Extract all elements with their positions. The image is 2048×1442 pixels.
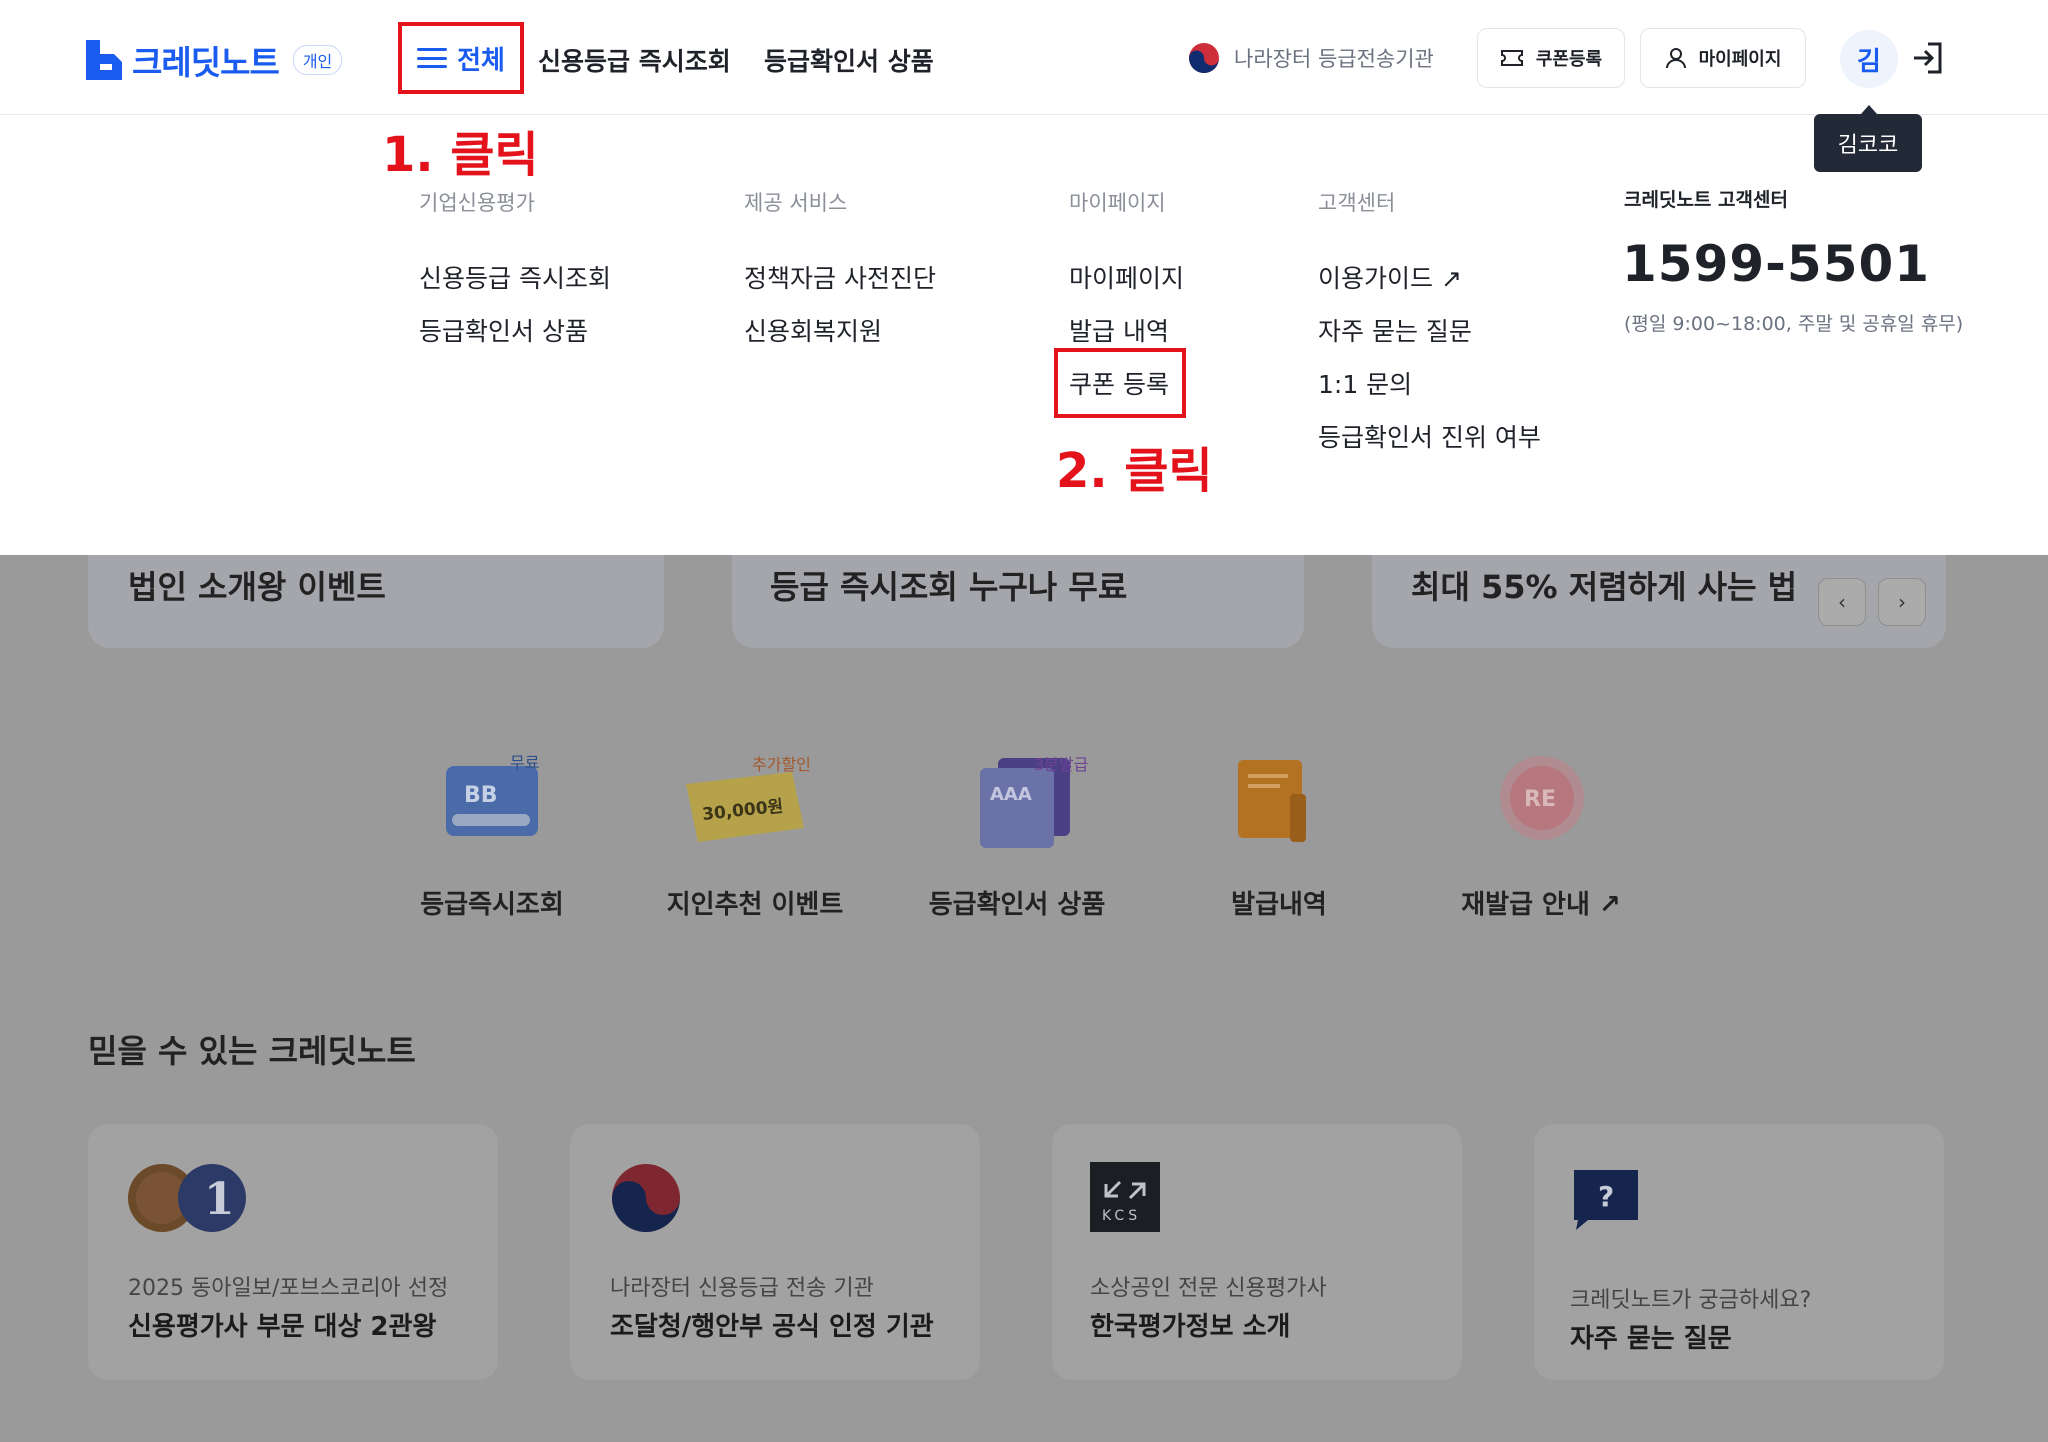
menu-column-title: 마이페이지 [1069, 191, 1166, 215]
menu-item-faq[interactable]: 자주 묻는 질문 [1318, 312, 1472, 348]
question-bubble-icon: ? [1570, 1166, 1642, 1236]
logo-mark-icon [86, 40, 122, 80]
quick-icon-text: BB [464, 783, 498, 808]
quick-label-certificate-products[interactable]: 등급확인서 상품 [902, 884, 1132, 921]
menu-column-title: 고객센터 [1318, 191, 1396, 215]
mypage-label: 마이페이지 [1698, 49, 1782, 70]
banner-title: 등급 즉시조회 누구나 무료 [770, 568, 1128, 606]
customer-center-hours: (평일 9:00~18:00, 주말 및 공휴일 휴무) [1624, 313, 1964, 335]
trust-card-award[interactable]: 1 2025 동아일보/포브스코리아 선정 신용평가사 부문 대상 2관왕 [88, 1124, 498, 1380]
logo-text: 크레딧노트 [132, 43, 280, 82]
card-subtitle: 소상공인 전문 신용평가사 [1090, 1276, 1327, 1301]
mypage-button[interactable]: 마이페이지 [1640, 28, 1806, 88]
customer-center-phone: 1599-5501 [1622, 235, 1931, 293]
menu-item-credit-recovery[interactable]: 신용회복지원 [744, 312, 882, 348]
menu-item-instant-check[interactable]: 신용등급 즉시조회 [419, 259, 611, 295]
quick-badge: 무료 [510, 753, 539, 772]
card-subtitle: 크레딧노트가 궁금하세요? [1570, 1288, 1812, 1313]
menu-item-policy-fund-diagnosis[interactable]: 정책자금 사전진단 [744, 259, 936, 295]
quick-badge: 추가할인 [752, 755, 811, 774]
banner-title: 법인 소개왕 이벤트 [128, 568, 386, 606]
menu-column-title: 제공 서비스 [744, 191, 848, 215]
card-title: 조달청/행안부 공식 인정 기관 [610, 1312, 934, 1342]
coupon-register-button[interactable]: 쿠폰등록 [1477, 28, 1625, 88]
coupon-register-label: 쿠폰등록 [1535, 49, 1603, 70]
menu-item-issue-history[interactable]: 발급 내역 [1069, 312, 1169, 348]
section-title: 믿을 수 있는 크레딧노트 [88, 1032, 416, 1070]
card-title: 한국평가정보 소개 [1090, 1312, 1291, 1342]
trust-card-government[interactable]: 나라장터 신용등급 전송 기관 조달청/행안부 공식 인정 기관 [570, 1124, 980, 1380]
card-title: 자주 묻는 질문 [1570, 1324, 1732, 1354]
question-mark: ? [1598, 1180, 1614, 1213]
menu-item-certificate-verify[interactable]: 등급확인서 진위 여부 [1318, 418, 1541, 454]
account-type-badge: 개인 [292, 45, 343, 75]
banner-title: 최대 55% 저렴하게 사는 법 [1411, 568, 1798, 606]
award-medal-icon: 1 [126, 1162, 250, 1238]
user-icon [1665, 48, 1686, 69]
annotation-step-1: 1. 클릭 [382, 127, 539, 183]
card-title: 신용평가사 부문 대상 2관왕 [128, 1312, 437, 1342]
logout-icon[interactable] [1910, 40, 1946, 76]
chevron-right-icon: › [1898, 590, 1906, 614]
avatar[interactable]: 김 [1840, 30, 1898, 88]
nav-link-certificate-products[interactable]: 등급확인서 상품 [764, 42, 934, 78]
top-header: 크레딧노트 개인 전체 신용등급 즉시조회 등급확인서 상품 나라장터 등급전송… [0, 0, 2048, 115]
card-subtitle: 나라장터 신용등급 전송 기관 [610, 1276, 874, 1301]
document-stack-icon[interactable]: AAA 3분발급 [976, 750, 1106, 850]
gov-label: 나라장터 등급전송기관 [1234, 47, 1434, 71]
customer-center-title: 크레딧노트 고객센터 [1624, 189, 1788, 211]
credit-card-icon[interactable]: BB 무료 [436, 750, 546, 850]
trust-card-faq[interactable]: ? 크레딧노트가 궁금하세요? 자주 묻는 질문 [1534, 1124, 1944, 1380]
menu-item-one-on-one[interactable]: 1:1 문의 [1318, 365, 1412, 401]
chevron-left-icon: ‹ [1838, 590, 1846, 614]
menu-item-certificate-products[interactable]: 등급확인서 상품 [419, 312, 588, 348]
menu-item-mypage[interactable]: 마이페이지 [1069, 259, 1184, 295]
mega-menu: 1. 클릭 기업신용평가 신용등급 즉시조회 등급확인서 상품 제공 서비스 정… [0, 115, 2048, 555]
reissue-icon[interactable]: RE [1492, 750, 1602, 850]
quick-badge: 3분발급 [1034, 755, 1088, 774]
menu-column-title: 기업신용평가 [419, 191, 535, 215]
receipt-icon[interactable] [1232, 750, 1342, 850]
quick-label-instant-check[interactable]: 등급즉시조회 [377, 884, 607, 921]
carousel-prev-button[interactable]: ‹ [1818, 578, 1866, 626]
quick-label-reissue-guide[interactable]: 재발급 안내 ↗ [1426, 884, 1656, 921]
kcs-logo-text: KCS [1102, 1208, 1141, 1224]
logo[interactable]: 크레딧노트 개인 [86, 36, 343, 84]
nav-link-instant-check[interactable]: 신용등급 즉시조회 [538, 42, 731, 78]
hamburger-icon [417, 48, 448, 68]
korea-emblem-icon [1189, 43, 1219, 73]
kcs-logo-icon: KCS [1090, 1162, 1160, 1232]
trust-card-kcs[interactable]: KCS 소상공인 전문 신용평가사 한국평가정보 소개 [1052, 1124, 1462, 1380]
card-subtitle: 2025 동아일보/포브스코리아 선정 [128, 1276, 449, 1301]
gov-badge: 나라장터 등급전송기관 [1188, 42, 1434, 74]
ticket-icon [1500, 50, 1523, 66]
svg-text:1: 1 [204, 1174, 235, 1225]
all-menu-button[interactable]: 전체 [398, 22, 524, 94]
carousel-next-button[interactable]: › [1878, 578, 1926, 626]
all-menu-label: 전체 [457, 45, 505, 76]
korea-emblem-icon [610, 1162, 682, 1238]
menu-item-usage-guide[interactable]: 이용가이드 ↗ [1318, 259, 1462, 295]
menu-item-coupon-register[interactable]: 쿠폰 등록 [1069, 365, 1169, 401]
quick-icon-text: RE [1524, 787, 1556, 812]
quick-label-referral-event[interactable]: 지인추천 이벤트 [640, 884, 870, 921]
ticket-icon[interactable]: 30,000원 추가할인 [680, 750, 820, 850]
quick-icon-text: AAA [990, 784, 1032, 805]
quick-label-issue-history[interactable]: 발급내역 [1164, 884, 1394, 921]
user-name-tooltip: 김코코 [1814, 105, 1922, 172]
annotation-step-2: 2. 클릭 [1056, 443, 1213, 499]
